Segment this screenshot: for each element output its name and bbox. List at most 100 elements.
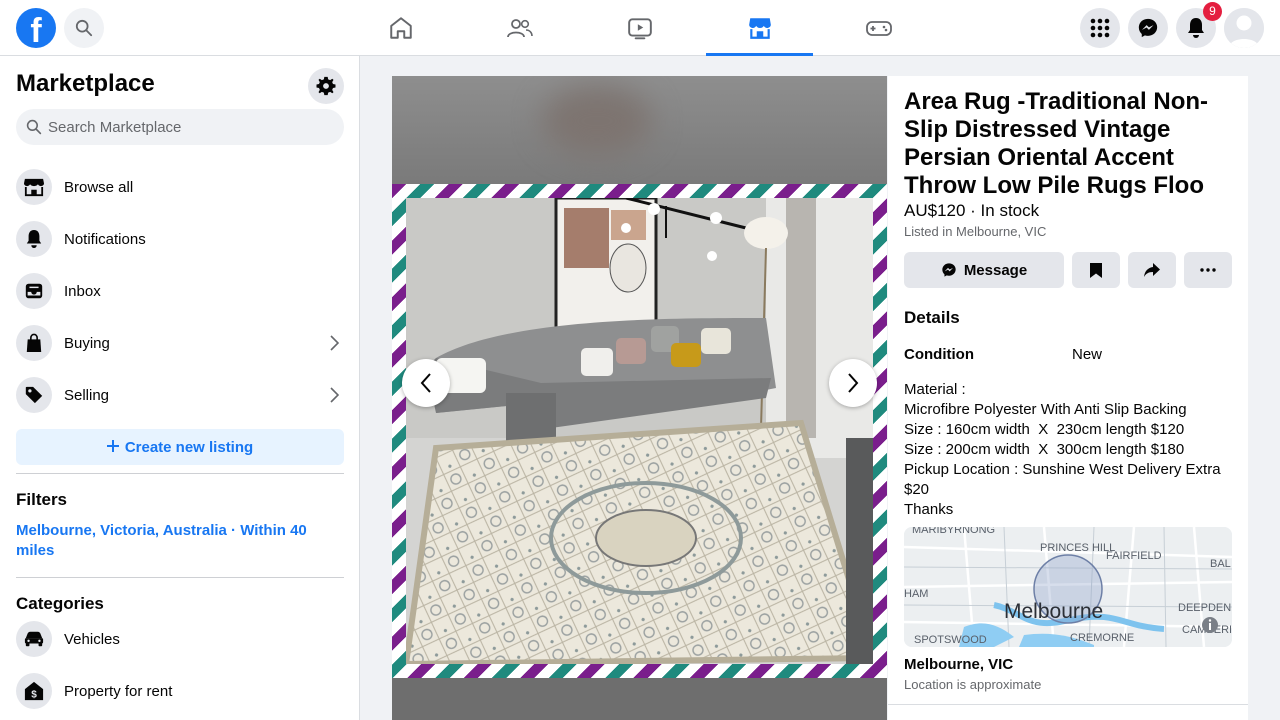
divider xyxy=(888,704,1248,705)
category-vehicles[interactable]: Vehicles xyxy=(16,617,344,661)
divider xyxy=(16,473,344,474)
map-place-deepdene: DEEPDENE xyxy=(1178,602,1232,614)
sidebar-item-label: Selling xyxy=(64,386,110,404)
description-line: Size : 160cm width X 230cm length $120 xyxy=(904,421,1185,438)
map-place-ham: HAM xyxy=(904,588,928,600)
sidebar-item-inbox[interactable]: Inbox xyxy=(16,269,344,313)
sidebar-item-buying[interactable]: Buying xyxy=(16,321,344,365)
chevron-right-icon xyxy=(324,385,344,405)
info-icon[interactable] xyxy=(1202,617,1218,633)
bookmark-icon xyxy=(1090,262,1102,278)
tab-friends[interactable] xyxy=(466,0,573,56)
chevron-left-icon xyxy=(420,373,431,393)
living-room-rug-image xyxy=(406,198,873,664)
description-line: Material : xyxy=(904,381,966,398)
category-property-for-rent[interactable]: $ Property for rent xyxy=(16,669,344,713)
gaming-icon xyxy=(865,21,892,36)
filters-heading: Filters xyxy=(16,490,68,509)
search-button[interactable] xyxy=(64,8,104,48)
chevron-right-icon xyxy=(848,373,859,393)
tag-icon xyxy=(25,386,43,404)
listing-price: AU$120 · In stock xyxy=(904,201,1040,220)
rug-photo xyxy=(406,198,873,664)
inbox-icon xyxy=(25,283,43,299)
store-icon xyxy=(24,178,44,197)
grid-menu-icon xyxy=(1090,18,1110,38)
location-filter-link[interactable]: Melbourne, Victoria, Australia · Within … xyxy=(16,521,326,561)
tab-marketplace[interactable] xyxy=(706,0,813,56)
category-label: Vehicles xyxy=(64,630,120,648)
blurred-background-bottom xyxy=(392,678,887,720)
listing-description: Material : Microfibre Polyester With Ant… xyxy=(904,380,1232,520)
search-input[interactable] xyxy=(48,118,328,136)
plus-icon xyxy=(106,439,119,456)
sidebar-item-label: Buying xyxy=(64,334,110,352)
description-line: Size : 200cm width X 300cm length $180 xyxy=(904,441,1185,458)
top-navigation-bar: f 9 xyxy=(0,0,1280,56)
map-place-princes-hill: PRINCES HILL xyxy=(1040,542,1115,554)
save-button[interactable] xyxy=(1072,252,1120,288)
messenger-button[interactable] xyxy=(1128,8,1168,48)
more-options-button[interactable] xyxy=(1184,252,1232,288)
tab-home[interactable] xyxy=(347,0,454,56)
search-icon xyxy=(75,19,93,37)
image-frame-border xyxy=(392,184,887,678)
location-map[interactable]: MARIBYRNONG PRINCES HILL FAIRFIELD BAL N… xyxy=(904,527,1232,647)
create-new-listing-button[interactable]: Create new listing xyxy=(16,429,344,465)
chevron-right-icon xyxy=(324,333,344,353)
home-icon xyxy=(389,17,412,39)
friends-icon xyxy=(506,19,533,38)
share-button[interactable] xyxy=(1128,252,1176,288)
create-listing-label: Create new listing xyxy=(124,438,254,456)
sidebar-item-notifications[interactable]: Notifications xyxy=(16,217,344,261)
sidebar-item-browse-all[interactable]: Browse all xyxy=(16,165,344,209)
location-approximate-note: Location is approximate xyxy=(904,677,1042,692)
sidebar-item-label: Inbox xyxy=(64,282,101,300)
map-place-bal-no: BAL NO xyxy=(1210,558,1232,570)
gear-icon xyxy=(316,76,336,96)
marketplace-icon xyxy=(748,18,771,39)
message-button[interactable]: Message xyxy=(904,252,1064,288)
description-line: Pickup Location : Sunshine West Delivery… xyxy=(904,461,1225,498)
sidebar-item-selling[interactable]: Selling xyxy=(16,373,344,417)
map-city-label: Melbourne xyxy=(1004,600,1103,623)
listing-location-text: Listed in Melbourne, VIC xyxy=(904,224,1047,239)
condition-label: Condition xyxy=(904,346,974,363)
map-place-fairfield: FAIRFIELD xyxy=(1106,550,1162,562)
menu-button[interactable] xyxy=(1080,8,1120,48)
search-icon xyxy=(26,119,42,135)
shopping-bag-icon xyxy=(26,333,42,352)
video-icon xyxy=(627,18,652,40)
description-line: Microfibre Polyester With Anti Slip Back… xyxy=(904,401,1187,418)
settings-button[interactable] xyxy=(308,68,344,104)
sidebar-item-label: Browse all xyxy=(64,178,134,196)
svg-text:$: $ xyxy=(31,689,37,700)
notification-count-badge: 9 xyxy=(1203,2,1222,21)
tab-gaming[interactable] xyxy=(825,0,932,56)
condition-value: New xyxy=(1072,346,1103,363)
sidebar-title: Marketplace xyxy=(16,70,155,97)
listing-image-viewer xyxy=(392,76,887,720)
details-heading: Details xyxy=(904,308,960,327)
map-place-cremorne: CREMORNE xyxy=(1070,632,1134,644)
categories-heading: Categories xyxy=(16,594,104,613)
listing-details-panel: Area Rug -Traditional Non-Slip Distresse… xyxy=(888,76,1248,720)
house-dollar-icon: $ xyxy=(24,681,44,700)
map-place-maribyrnong: MARIBYRNONG xyxy=(912,527,995,536)
tab-watch[interactable] xyxy=(586,0,693,56)
marketplace-sidebar: Marketplace Browse all Notifications Inb… xyxy=(0,56,360,720)
description-line: Thanks xyxy=(904,501,954,518)
share-arrow-icon xyxy=(1144,263,1160,277)
marketplace-search[interactable] xyxy=(16,109,344,145)
map-image: MARIBYRNONG PRINCES HILL FAIRFIELD BAL N… xyxy=(904,527,1232,647)
map-place-spotswood: SPOTSWOOD xyxy=(914,634,987,646)
notifications-button[interactable]: 9 xyxy=(1176,2,1222,48)
blurred-background-top xyxy=(392,76,887,184)
listing-title: Area Rug -Traditional Non-Slip Distresse… xyxy=(904,88,1209,199)
previous-image-button[interactable] xyxy=(402,359,450,407)
messenger-icon xyxy=(1138,18,1158,38)
more-horizontal-icon xyxy=(1200,268,1216,272)
next-image-button[interactable] xyxy=(829,359,877,407)
profile-avatar[interactable] xyxy=(1224,8,1264,48)
facebook-logo[interactable]: f xyxy=(16,8,56,48)
